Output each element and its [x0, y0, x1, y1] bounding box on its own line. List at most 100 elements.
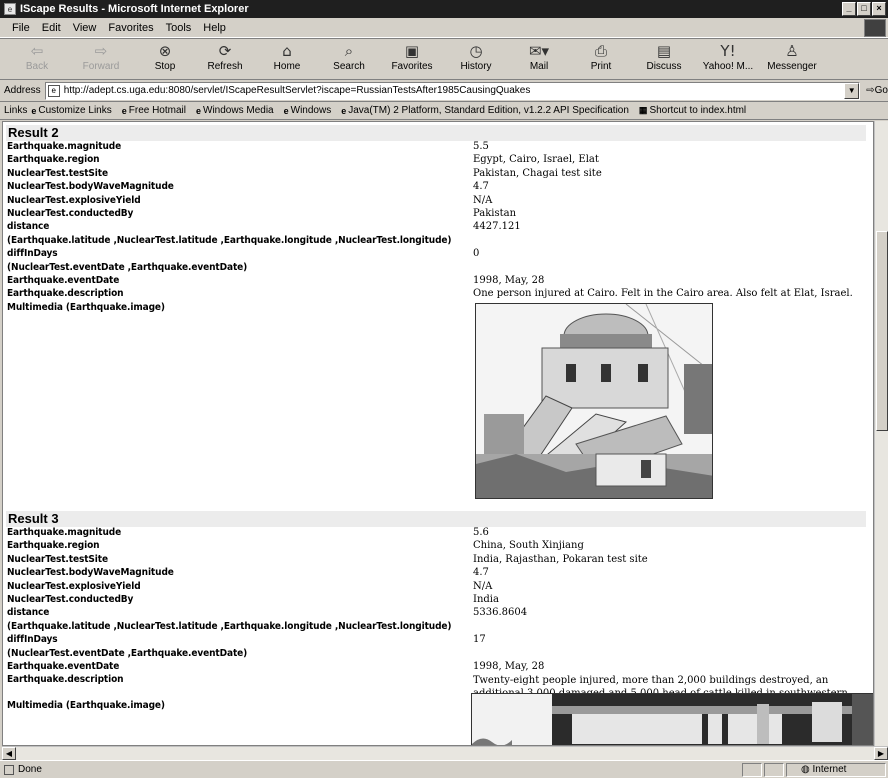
ie-link-icon: e	[121, 105, 127, 116]
print-icon: ⎙	[594, 42, 607, 60]
field-row: Earthquake.description One person injured…	[3, 288, 873, 301]
field-key: NuclearTest.testSite	[7, 167, 108, 179]
address-label: Address	[4, 85, 41, 96]
field-key: NuclearTest.conductedBy	[7, 207, 134, 219]
link-free-hotmail[interactable]: e Free Hotmail	[122, 105, 186, 116]
menu-tools[interactable]: Tools	[160, 22, 198, 34]
address-input[interactable]: e http://adept.cs.uga.edu:8080/servlet/I…	[44, 81, 861, 100]
field-key: Earthquake.eventDate	[7, 274, 120, 286]
yahoo-messenger-button[interactable]: Y! Yahoo! M...	[696, 39, 760, 79]
go-button[interactable]: ⇨Go	[866, 85, 888, 96]
yahoo-icon: Y!	[720, 42, 736, 60]
discuss-button[interactable]: ▤ Discuss	[632, 39, 696, 79]
page-icon: e	[47, 84, 60, 97]
field-key: Earthquake.magnitude	[7, 141, 122, 152]
field-key: (NuclearTest.eventDate ,Earthquake.event…	[7, 261, 248, 273]
search-button[interactable]: ⌕ Search	[318, 39, 380, 79]
address-url[interactable]: http://adept.cs.uga.edu:8080/servlet/ISc…	[64, 85, 531, 96]
field-key: NuclearTest.bodyWaveMagnitude	[7, 181, 174, 193]
stop-button[interactable]: ⊗ Stop	[136, 39, 194, 79]
field-row: NuclearTest.conductedBy Pakistan	[3, 208, 873, 221]
history-button[interactable]: ◷ History	[444, 39, 508, 79]
field-row: distance 4427.121	[3, 221, 873, 234]
print-button[interactable]: ⎙ Print	[570, 39, 632, 79]
close-button[interactable]: ×	[872, 2, 886, 16]
field-key: (Earthquake.latitude ,NuclearTest.latitu…	[7, 234, 452, 246]
field-row: diffInDays 17	[3, 634, 873, 647]
favorites-button[interactable]: ▣ Favorites	[380, 39, 444, 79]
field-row: (NuclearTest.eventDate ,Earthquake.event…	[3, 648, 873, 661]
field-value: 17	[473, 634, 486, 646]
field-value: India, Rajasthan, Pokaran test site	[473, 553, 648, 565]
status-bar: Done ◍ Internet	[0, 760, 888, 778]
field-value: Egypt, Cairo, Israel, Elat	[473, 154, 599, 166]
result-fields: Earthquake.magnitude 5.6 Earthquake.regio…	[3, 527, 873, 714]
link-customize-links[interactable]: e Customize Links	[31, 105, 111, 116]
messenger-person-icon: ♙	[785, 42, 799, 60]
link-java-api[interactable]: e Java(TM) 2 Platform, Standard Edition, …	[341, 105, 629, 116]
link-windows-media[interactable]: e Windows Media	[196, 105, 274, 116]
field-value: Pakistan, Chagai test site	[473, 167, 602, 179]
mail-icon: ✉▾	[528, 42, 550, 60]
stop-icon: ⊗	[158, 42, 172, 60]
link-windows[interactable]: e Windows	[284, 105, 332, 116]
field-value: 4.7	[473, 567, 489, 579]
menu-edit[interactable]: Edit	[36, 22, 67, 34]
field-row: NuclearTest.explosiveYield N/A	[3, 195, 873, 208]
security-zone: ◍ Internet	[786, 762, 886, 777]
links-bar: Links e Customize Links e Free Hotmail e Wi…	[0, 102, 888, 120]
field-key: Multimedia (Earthquake.image)	[7, 700, 165, 712]
menu-view[interactable]: View	[67, 22, 103, 34]
field-key: Earthquake.region	[7, 154, 100, 166]
horizontal-scrollbar[interactable]: ◀ ▶	[2, 746, 888, 760]
browser-window: e IScape Results - Microsoft Internet Ex…	[0, 0, 888, 778]
vertical-scrollbar[interactable]	[874, 121, 888, 746]
field-key: Earthquake.description	[7, 288, 124, 300]
title-bar: e IScape Results - Microsoft Internet Ex…	[0, 0, 888, 18]
shortcut-icon: ▦	[638, 105, 648, 115]
vertical-scroll-thumb[interactable]	[876, 231, 888, 431]
field-row: NuclearTest.bodyWaveMagnitude 4.7	[3, 181, 873, 194]
maximize-button[interactable]: □	[857, 2, 871, 16]
field-value: 4427.121	[473, 221, 521, 233]
home-button[interactable]: ⌂ Home	[256, 39, 318, 79]
favorites-icon: ▣	[404, 42, 420, 60]
menu-file[interactable]: File	[6, 22, 36, 34]
home-icon: ⌂	[282, 42, 292, 60]
forward-button[interactable]: ⇨ Forward	[66, 39, 136, 79]
field-row: Multimedia (Earthquake.image)	[3, 302, 873, 315]
mail-button[interactable]: ✉▾ Mail	[508, 39, 570, 79]
field-value: N/A	[473, 580, 493, 592]
field-row: (Earthquake.latitude ,NuclearTest.latitu…	[3, 621, 873, 634]
field-value: 1998, May, 28	[473, 660, 545, 672]
result-heading: Result 3	[6, 511, 866, 528]
minimize-button[interactable]: _	[842, 2, 856, 16]
messenger-button[interactable]: ♙ Messenger	[760, 39, 824, 79]
menu-help[interactable]: Help	[197, 22, 232, 34]
field-value: 1998, May, 28	[473, 274, 545, 286]
field-row: (Earthquake.latitude ,NuclearTest.latitu…	[3, 235, 873, 248]
field-value: 4.7	[473, 181, 489, 193]
field-key: NuclearTest.bodyWaveMagnitude	[7, 567, 174, 579]
scroll-right-arrow-icon[interactable]: ▶	[874, 747, 888, 760]
result-fields: Earthquake.magnitude 5.5 Earthquake.regio…	[3, 141, 873, 315]
field-key: NuclearTest.conductedBy	[7, 594, 134, 606]
menu-favorites[interactable]: Favorites	[102, 22, 159, 34]
field-key: diffInDays	[7, 634, 58, 646]
ie-app-icon[interactable]: e	[4, 3, 16, 15]
field-key: diffInDays	[7, 248, 58, 260]
field-key: distance	[7, 221, 50, 233]
earthquake-image	[471, 693, 873, 745]
back-button[interactable]: ⇦ Back	[8, 39, 66, 79]
ie-link-icon: e	[31, 105, 37, 116]
earthquake-photo-mosque	[476, 304, 712, 498]
field-key: Earthquake.magnitude	[7, 527, 122, 539]
field-row: diffInDays 0	[3, 248, 873, 261]
refresh-button[interactable]: ⟳ Refresh	[194, 39, 256, 79]
field-value: N/A	[473, 194, 493, 206]
discuss-icon: ▤	[656, 42, 672, 60]
address-dropdown-button[interactable]: ▼	[844, 82, 860, 99]
field-key: Multimedia (Earthquake.image)	[7, 301, 165, 313]
scroll-left-arrow-icon[interactable]: ◀	[2, 747, 16, 760]
link-shortcut-index[interactable]: ▦ Shortcut to index.html	[639, 105, 746, 116]
